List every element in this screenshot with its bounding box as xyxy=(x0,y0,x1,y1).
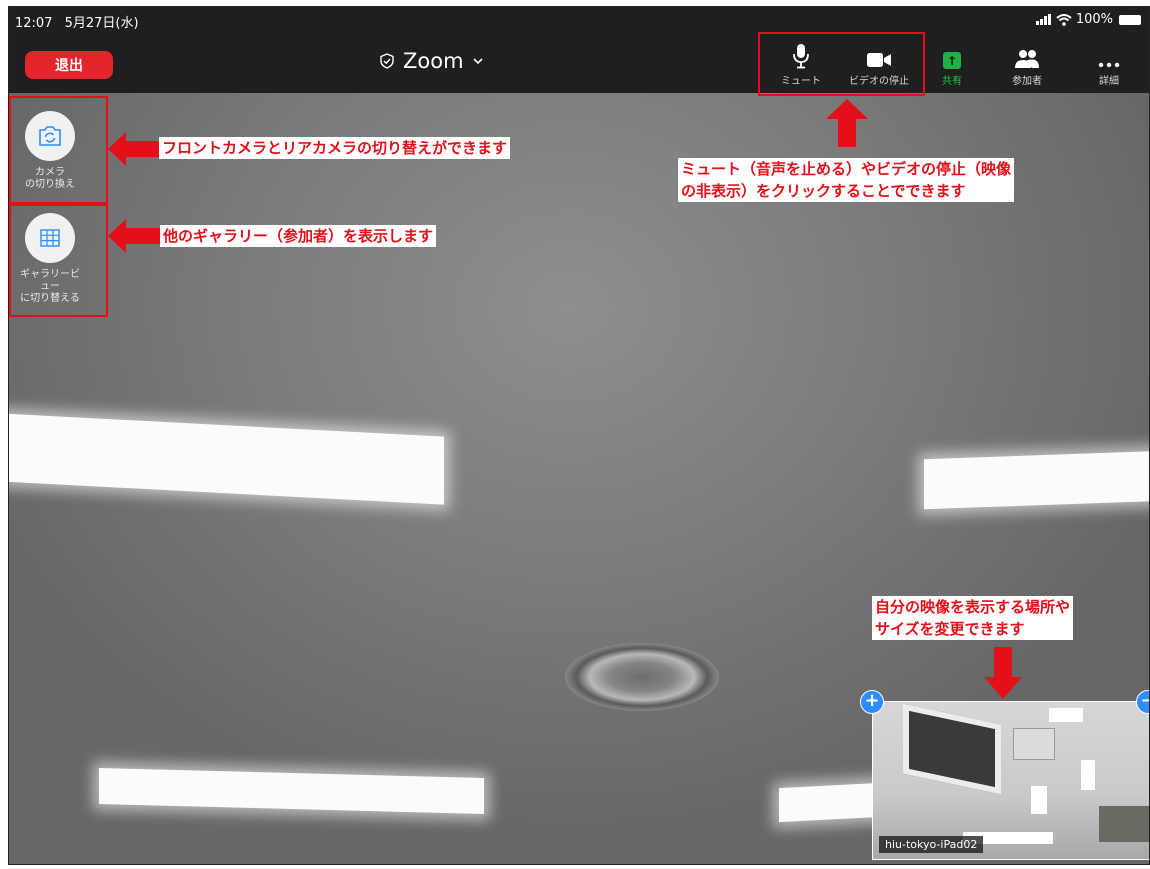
pip-window xyxy=(1099,806,1149,842)
pip-ceiling-panel xyxy=(1013,728,1055,760)
arrow-left-icon xyxy=(108,132,160,166)
ceiling-light xyxy=(9,413,444,505)
annotation-mute-video: ミュート（音声を止める）やビデオの停止（映像 の非表示）をクリックすることででき… xyxy=(678,158,1015,202)
participants-icon xyxy=(1015,50,1039,68)
arrow-up-icon xyxy=(826,99,868,147)
shield-check-icon xyxy=(380,53,394,69)
annotation-camera-switch: フロントカメラとリアカメラの切り替えができます xyxy=(159,137,511,159)
pip-light xyxy=(1031,786,1047,814)
ceiling-light xyxy=(924,450,1149,510)
participants-button[interactable]: 参加者 xyxy=(996,43,1058,87)
highlight-switch-camera xyxy=(9,96,108,204)
annotation-mute-video-line1: ミュート（音声を止める）やビデオの停止（映像 xyxy=(681,160,1012,178)
chevron-down-icon xyxy=(472,58,483,65)
ceiling-vent xyxy=(565,643,719,711)
meeting-title-text: Zoom xyxy=(403,49,464,73)
meeting-toolbar: 退出 Zoom ミュート ビデオの停止 ↑ 共有 参加者 詳細 xyxy=(9,33,1149,93)
self-view-name: hiu-tokyo-iPad02 xyxy=(879,836,984,853)
share-button[interactable]: ↑ 共有 xyxy=(922,43,982,87)
annotation-self-view-line1: 自分の映像を表示する場所や xyxy=(875,598,1071,616)
participants-label: 参加者 xyxy=(1012,76,1042,87)
pip-light xyxy=(1081,760,1095,790)
self-view-video[interactable]: hiu-tokyo-iPad02 xyxy=(872,701,1149,860)
annotation-self-view-line2: サイズを変更できます xyxy=(875,620,1025,638)
pip-light xyxy=(1049,708,1083,722)
arrow-left-icon xyxy=(108,219,160,253)
battery-icon xyxy=(1119,14,1141,25)
battery-percentage: 100% xyxy=(1075,12,1113,27)
clock-date: 5月27日(水) xyxy=(64,16,139,31)
highlight-gallery-view xyxy=(9,204,108,317)
status-indicators: 100% xyxy=(1035,12,1141,27)
share-label: 共有 xyxy=(942,76,962,87)
more-label: 詳細 xyxy=(1099,76,1119,87)
pip-enlarge-handle[interactable]: + xyxy=(860,690,884,714)
highlight-mute-video xyxy=(758,32,925,96)
meeting-title[interactable]: Zoom xyxy=(379,49,484,73)
more-button[interactable]: 詳細 xyxy=(1079,43,1139,87)
annotation-mute-video-line2: の非表示）をクリックすることでできます xyxy=(681,182,966,200)
more-dots-icon xyxy=(1098,62,1120,68)
cellular-signal-icon xyxy=(1035,14,1051,25)
share-arrow-icon: ↑ xyxy=(943,52,961,69)
annotation-gallery: 他のギャラリー（参加者）を表示します xyxy=(160,225,437,247)
annotation-self-view: 自分の映像を表示する場所や サイズを変更できます xyxy=(872,596,1074,640)
pip-ac-unit xyxy=(903,703,1001,795)
leave-button[interactable]: 退出 xyxy=(25,51,113,79)
ceiling-light xyxy=(99,767,484,815)
wifi-icon xyxy=(1056,13,1072,26)
clock-time: 12:07 xyxy=(15,16,53,31)
zoom-meeting-screen: 12:07 5月27日(水) 100% 退出 Zoom ミュート ビデオの停止 … xyxy=(8,6,1150,865)
status-time: 12:07 5月27日(水) xyxy=(15,12,139,31)
arrow-down-icon xyxy=(984,647,1022,699)
status-bar: 12:07 5月27日(水) 100% xyxy=(9,7,1149,33)
